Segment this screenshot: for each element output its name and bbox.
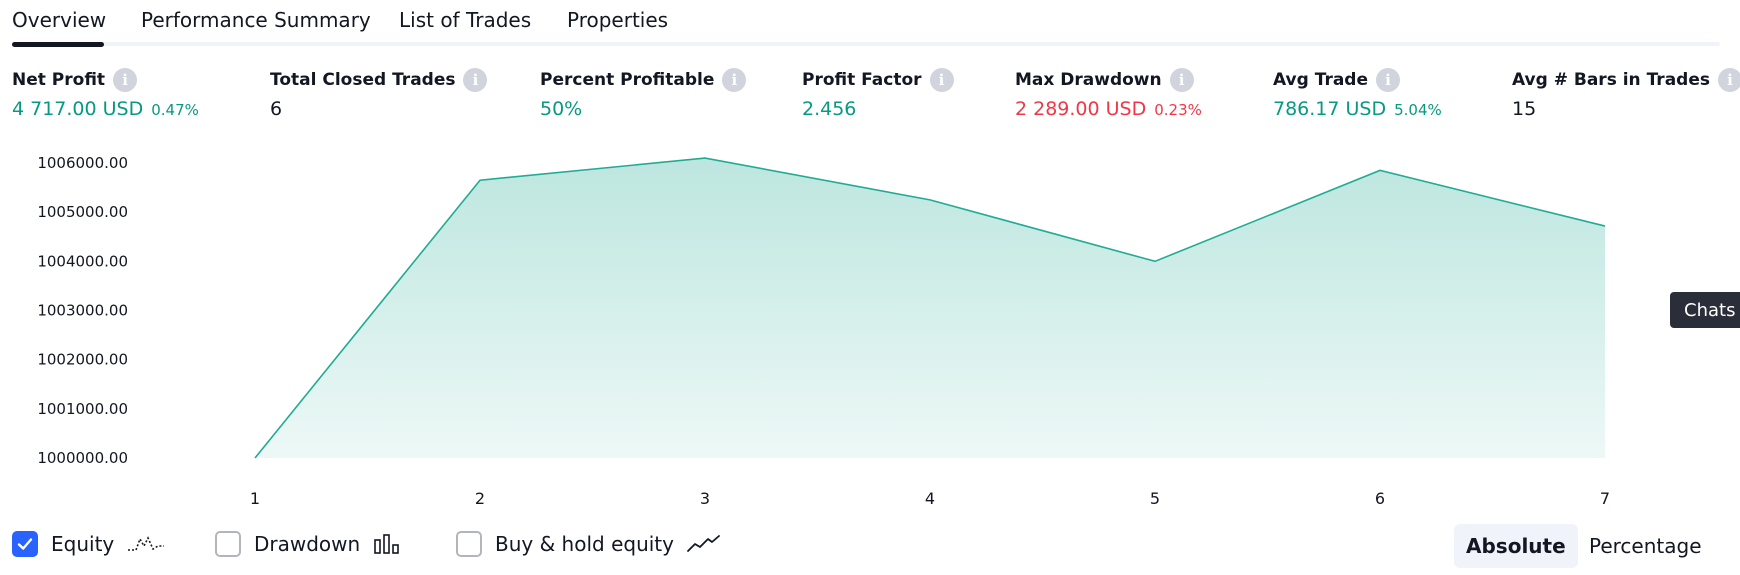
tab-bar: Overview Performance Summary List of Tra… xyxy=(0,0,1720,47)
tab-properties[interactable]: Properties xyxy=(567,8,668,32)
tab-list-of-trades[interactable]: List of Trades xyxy=(399,8,531,32)
stat-title: Avg # Bars in Trades xyxy=(1512,70,1710,90)
x-tick-label: 1 xyxy=(250,489,260,508)
stat-sub: 0.23% xyxy=(1154,101,1202,119)
stat-title: Percent Profitable xyxy=(540,70,715,90)
info-icon[interactable]: i xyxy=(113,68,138,92)
x-tick-label: 7 xyxy=(1600,489,1610,508)
equity-point[interactable] xyxy=(702,155,708,161)
x-tick-label: 6 xyxy=(1375,489,1385,508)
stat-value: 15 xyxy=(1512,98,1537,120)
info-icon[interactable]: i xyxy=(463,68,488,92)
x-tick-label: 5 xyxy=(1150,489,1160,508)
stat-value: 2.456 xyxy=(802,98,857,120)
chats-button[interactable]: Chats xyxy=(1670,292,1740,328)
stat-title: Total Closed Trades xyxy=(270,70,456,90)
stat-value: 786.17 USD xyxy=(1273,98,1387,120)
y-tick-label: 1005000.00 xyxy=(37,203,128,221)
legend-equity[interactable]: Equity xyxy=(12,531,166,557)
equity-point[interactable] xyxy=(1152,258,1158,264)
stat-profit-factor: Profit Factor i 2.456 xyxy=(802,68,954,120)
buy-hold-checkbox[interactable] xyxy=(456,531,482,557)
y-tick-label: 1000000.00 xyxy=(37,449,128,467)
legend-drawdown[interactable]: Drawdown xyxy=(215,531,404,557)
info-icon[interactable]: i xyxy=(1717,68,1740,92)
stat-value: 50% xyxy=(540,98,583,120)
tab-bar-divider xyxy=(12,42,1720,46)
checkmark-icon xyxy=(17,538,33,550)
equity-area xyxy=(255,158,1605,459)
stat-value: 2 289.00 USD xyxy=(1015,98,1147,120)
x-tick-label: 2 xyxy=(475,489,485,508)
equity-point[interactable] xyxy=(477,177,483,183)
equity-point[interactable] xyxy=(1602,223,1608,229)
x-tick-label: 3 xyxy=(700,489,710,508)
tab-performance-summary[interactable]: Performance Summary xyxy=(141,8,371,32)
equity-icon xyxy=(128,536,165,551)
info-icon[interactable]: i xyxy=(722,68,747,92)
stat-net-profit: Net Profit i 4 717.00 USD 0.47% xyxy=(12,68,199,120)
stat-value: 4 717.00 USD xyxy=(12,98,144,120)
equity-checkbox[interactable] xyxy=(12,531,38,557)
stat-avg-trade: Avg Trade i 786.17 USD 5.04% xyxy=(1273,68,1442,120)
equity-point[interactable] xyxy=(927,197,933,203)
y-tick-label: 1002000.00 xyxy=(37,351,128,369)
stat-sub: 5.04% xyxy=(1394,101,1442,119)
stat-max-drawdown: Max Drawdown i 2 289.00 USD 0.23% xyxy=(1015,68,1202,120)
y-tick-label: 1006000.00 xyxy=(37,154,128,172)
stat-title: Net Profit xyxy=(12,70,106,90)
x-tick-label: 4 xyxy=(925,489,935,508)
stat-title: Profit Factor xyxy=(802,70,922,90)
active-tab-indicator xyxy=(12,42,104,47)
y-tick-label: 1001000.00 xyxy=(37,400,128,418)
buy-hold-line-icon xyxy=(687,535,720,552)
info-icon[interactable]: i xyxy=(1376,68,1401,92)
drawdown-checkbox[interactable] xyxy=(215,531,241,557)
equity-chart[interactable]: 1006000.00 1005000.00 1004000.00 1003000.00… xyxy=(0,125,1740,515)
info-icon[interactable]: i xyxy=(1169,68,1194,92)
stat-title: Avg Trade xyxy=(1273,70,1369,90)
legend-buy-hold-equity[interactable]: Buy & hold equity xyxy=(456,531,722,557)
y-tick-label: 1004000.00 xyxy=(37,252,128,270)
drawdown-bars-icon xyxy=(374,534,400,554)
stat-avg-bars-in-trades: Avg # Bars in Trades i 15 xyxy=(1512,68,1740,120)
tab-overview[interactable]: Overview xyxy=(12,8,106,32)
info-icon[interactable]: i xyxy=(929,68,954,92)
stat-sub: 0.47% xyxy=(151,101,199,119)
legend-label: Drawdown xyxy=(254,532,361,556)
equity-point[interactable] xyxy=(1377,167,1383,173)
stat-total-closed-trades: Total Closed Trades i 6 xyxy=(270,68,488,120)
legend-label: Buy & hold equity xyxy=(495,532,674,556)
legend-label: Equity xyxy=(51,532,115,556)
y-tick-label: 1003000.00 xyxy=(37,302,128,320)
equity-point[interactable] xyxy=(252,455,258,461)
percentage-toggle[interactable]: Percentage xyxy=(1577,524,1714,568)
stat-title: Max Drawdown xyxy=(1015,70,1162,90)
stat-percent-profitable: Percent Profitable i 50% xyxy=(540,68,747,120)
absolute-toggle[interactable]: Absolute xyxy=(1454,524,1578,568)
stat-value: 6 xyxy=(270,98,283,120)
